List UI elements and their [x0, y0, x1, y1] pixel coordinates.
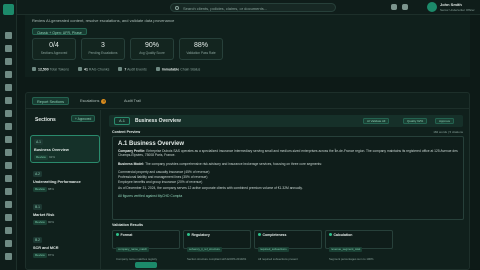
sections-sidebar: Sections + Approved A.1 Business Overvie…	[27, 110, 101, 270]
section-header: A.1 Business Overview AI Validate All Qu…	[109, 115, 463, 127]
tab-bar: Report Sections Escalations 3 Audit Trail	[26, 93, 469, 109]
messages-icon[interactable]	[5, 188, 12, 195]
search-placeholder: Search clients, policies, claims, or doc…	[183, 6, 268, 11]
content-preview-label: Content Preview	[112, 130, 141, 134]
section-item-b1[interactable]: B.1 Market Risk Review 90%	[30, 201, 100, 229]
claims-icon[interactable]	[5, 71, 12, 78]
search-icon	[175, 5, 179, 10]
top-bar: Search clients, policies, claims, or doc…	[17, 0, 480, 15]
list-item: Professional liability and management li…	[118, 175, 208, 180]
sections-title: Sections	[35, 117, 56, 123]
analytics-icon[interactable]	[5, 110, 12, 117]
tasks-icon[interactable]	[5, 162, 12, 169]
dashboard-icon[interactable]	[5, 32, 12, 39]
check-icon	[329, 233, 332, 236]
list-item: Employee benefits and group insurance (2…	[118, 180, 203, 185]
validation-regulatory: Regulatory solvency_ii_ref_structure Sec…	[183, 230, 251, 261]
tab-report-sections[interactable]: Report Sections	[32, 97, 70, 105]
stat-validation-pass-rate: 88% Validation Pass Rate	[179, 38, 223, 60]
chunks-icon	[78, 67, 83, 71]
section-content: A.1 Business Overview AI Validate All Qu…	[103, 110, 469, 270]
audit-icon[interactable]	[5, 201, 12, 208]
metrics-row: 12,500 Total Tokens 41 RAG Chunks 7 Audi…	[32, 67, 200, 72]
user-name: John Smith	[440, 2, 462, 7]
validation-results-title: Validation Results	[112, 223, 143, 227]
section-item-a1[interactable]: A.1 Business Overview Review 92%	[30, 135, 100, 163]
nav-rail	[0, 0, 17, 270]
list-item: Commercial property and casualty insuran…	[118, 169, 210, 174]
verified-note: All figures verified against MyCHD Compt…	[118, 194, 183, 199]
ai-icon[interactable]	[5, 136, 12, 143]
tab-escalations[interactable]: Escalations 3	[76, 97, 110, 105]
status-badge: Review	[33, 253, 47, 258]
stat-avg-quality: 90% Avg Quality Score	[130, 38, 174, 60]
team-icon[interactable]	[5, 149, 12, 156]
help-icon[interactable]	[5, 240, 12, 247]
status-badge: Review	[33, 187, 47, 192]
user-role: Senior Underwriter Officer	[440, 7, 475, 12]
status-badge: Review	[33, 220, 47, 225]
bell-icon[interactable]	[402, 4, 408, 10]
next-action-button[interactable]	[135, 262, 157, 268]
search-input[interactable]: Search clients, policies, claims, or doc…	[170, 3, 336, 12]
validation-format: Format company_name_match Company name m…	[112, 230, 180, 261]
content-heading: A.1 Business Overview	[118, 141, 185, 147]
word-count: 182 words | 5 citations	[433, 130, 463, 134]
logout-icon[interactable]	[5, 253, 12, 260]
policies-icon[interactable]	[5, 58, 12, 65]
section-item-b2[interactable]: B.2 SCR and MCR Review 87%	[30, 234, 100, 262]
documents-icon[interactable]	[5, 84, 12, 91]
check-icon	[258, 233, 261, 236]
audit-events-icon	[118, 67, 123, 71]
scope-chip[interactable]: Classic + Open: UFR, Phase	[32, 28, 87, 35]
tokens-icon	[32, 67, 36, 71]
review-panel: Report Sections Escalations 3 Audit Trail…	[25, 92, 470, 270]
status-badge: Review	[34, 155, 48, 160]
settings-icon[interactable]	[5, 227, 12, 234]
section-item-a2[interactable]: A.2 Underwriting Performance Review 88%	[30, 168, 100, 196]
check-icon	[187, 233, 190, 236]
avatar[interactable]	[427, 2, 437, 12]
list-item: As of December 31, 2024, the company ser…	[118, 185, 303, 190]
content-preview: A.1 Business Overview Company Profile: E…	[112, 136, 464, 220]
section-title: Business Overview	[135, 118, 181, 124]
business-model: Business Model: The company provides com…	[118, 161, 322, 166]
approved-filter-button[interactable]: + Approved	[71, 115, 96, 122]
section-number: A.1	[114, 117, 130, 125]
validation-calculation: Calculation revenue_segment_total Segmen…	[325, 230, 393, 261]
ai-validate-button[interactable]: AI Validate All	[363, 118, 390, 124]
chain-icon	[155, 67, 160, 71]
calendar-icon[interactable]	[5, 175, 12, 182]
escalation-count-badge: 3	[101, 99, 107, 104]
reports-icon[interactable]	[5, 97, 12, 104]
stat-pending-escalations: 3 Pending Escalations	[81, 38, 125, 60]
integrations-icon[interactable]	[5, 214, 12, 221]
compliance-icon[interactable]	[5, 123, 12, 130]
validation-completeness: Completeness required_subsections All re…	[254, 230, 322, 261]
page-description: Review AI-generated content, resolve esc…	[32, 18, 175, 23]
quality-button[interactable]: Quality 92%	[403, 118, 428, 124]
check-icon	[116, 233, 119, 236]
company-profile: Company Profile: Entreprise Dubois SAS o…	[118, 149, 458, 158]
clients-icon[interactable]	[5, 45, 12, 52]
theme-toggle-icon[interactable]	[391, 4, 397, 10]
tab-audit-trail[interactable]: Audit Trail	[120, 97, 145, 105]
approve-button[interactable]: Approve	[435, 118, 455, 124]
app-logo[interactable]	[3, 4, 14, 15]
stat-sections-approved: 0/4 Sections Approved	[32, 38, 76, 60]
